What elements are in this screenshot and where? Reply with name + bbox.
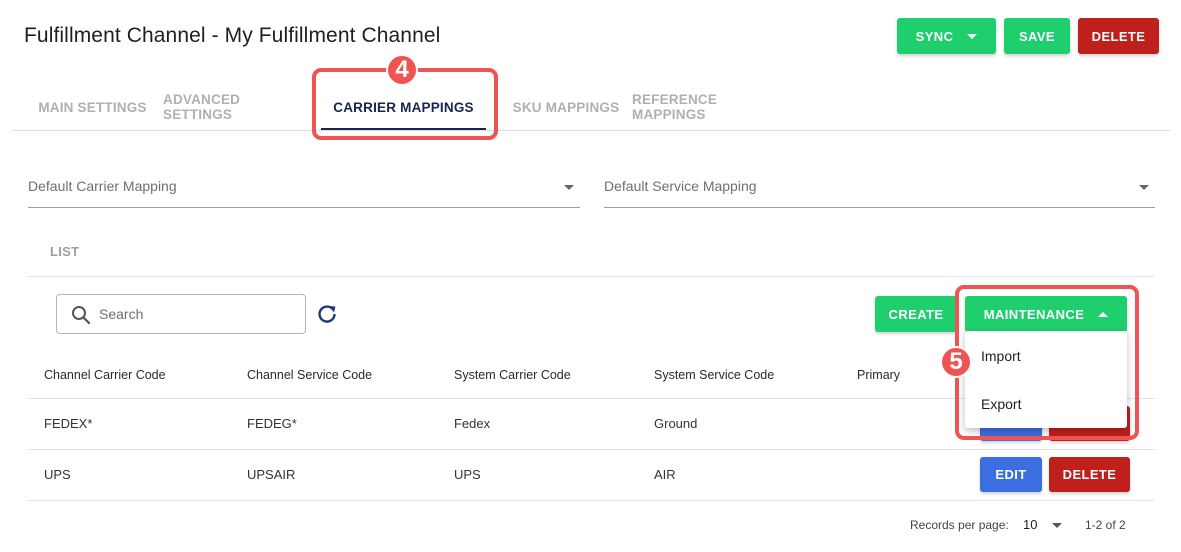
delete-button[interactable]: DELETE xyxy=(1078,18,1159,54)
save-button[interactable]: SAVE xyxy=(1004,18,1070,54)
chevron-down-icon xyxy=(967,33,978,39)
page-title: Fulfillment Channel - My Fulfillment Cha… xyxy=(24,24,441,47)
column-header-system-carrier[interactable]: System Carrier Code xyxy=(454,368,571,382)
cell-system-carrier: Fedex xyxy=(454,416,491,431)
highlight-maintenance xyxy=(955,285,1139,440)
pagination-range: 1-2 of 2 xyxy=(1085,518,1126,532)
cell-channel-carrier: FEDEX* xyxy=(44,416,93,431)
column-header-channel-service[interactable]: Channel Service Code xyxy=(247,368,372,382)
delete-row-button[interactable]: DELETE xyxy=(1049,457,1130,492)
default-service-label: Default Service Mapping xyxy=(604,178,757,194)
list-section-label: LIST xyxy=(50,244,80,259)
column-header-system-service[interactable]: System Service Code xyxy=(654,368,774,382)
step-marker-4: 4 xyxy=(386,54,418,86)
cell-channel-carrier: UPS xyxy=(44,467,71,482)
default-carrier-label: Default Carrier Mapping xyxy=(28,178,177,194)
tab-reference-mappings[interactable]: REFERENCE MAPPINGS xyxy=(632,84,789,130)
tab-bar: MAIN SETTINGS ADVANCED SETTINGS CARRIER … xyxy=(12,84,1170,131)
divider xyxy=(28,500,1155,501)
divider xyxy=(28,276,1155,277)
column-header-channel-carrier[interactable]: Channel Carrier Code xyxy=(44,368,166,382)
cell-channel-service: FEDEG* xyxy=(247,416,297,431)
records-per-page-label: Records per page: xyxy=(910,518,1009,532)
default-carrier-select[interactable]: Default Carrier Mapping xyxy=(28,168,580,208)
cell-channel-service: UPSAIR xyxy=(247,467,296,482)
tab-advanced-settings[interactable]: ADVANCED SETTINGS xyxy=(163,84,307,130)
cell-system-carrier: UPS xyxy=(454,467,481,482)
search-input[interactable] xyxy=(99,304,289,324)
cell-system-service: Ground xyxy=(654,416,698,431)
sync-button[interactable]: SYNC xyxy=(897,18,996,54)
tab-label: ADVANCED SETTINGS xyxy=(163,92,241,122)
default-service-select[interactable]: Default Service Mapping xyxy=(604,168,1155,208)
tab-label: REFERENCE MAPPINGS xyxy=(632,92,718,122)
column-header-primary[interactable]: Primary xyxy=(857,368,900,382)
chevron-down-icon xyxy=(1139,185,1149,190)
records-per-page-select[interactable]: 10 xyxy=(1023,517,1037,532)
refresh-icon[interactable] xyxy=(316,303,338,325)
divider xyxy=(28,449,1155,450)
sync-label: SYNC xyxy=(915,28,954,44)
tab-sku-mappings[interactable]: SKU MAPPINGS xyxy=(496,84,636,130)
step-marker-5: 5 xyxy=(940,346,972,378)
chevron-down-icon xyxy=(564,185,574,190)
cell-system-service: AIR xyxy=(654,467,676,482)
search-box[interactable] xyxy=(56,294,306,334)
create-button[interactable]: CREATE xyxy=(875,296,957,332)
search-icon xyxy=(72,306,91,325)
tab-label: SKU MAPPINGS xyxy=(512,99,620,115)
edit-button[interactable]: EDIT xyxy=(980,457,1042,492)
chevron-down-icon[interactable] xyxy=(1052,523,1062,528)
tab-main-settings[interactable]: MAIN SETTINGS xyxy=(22,84,163,130)
tab-label: MAIN SETTINGS xyxy=(38,99,147,115)
